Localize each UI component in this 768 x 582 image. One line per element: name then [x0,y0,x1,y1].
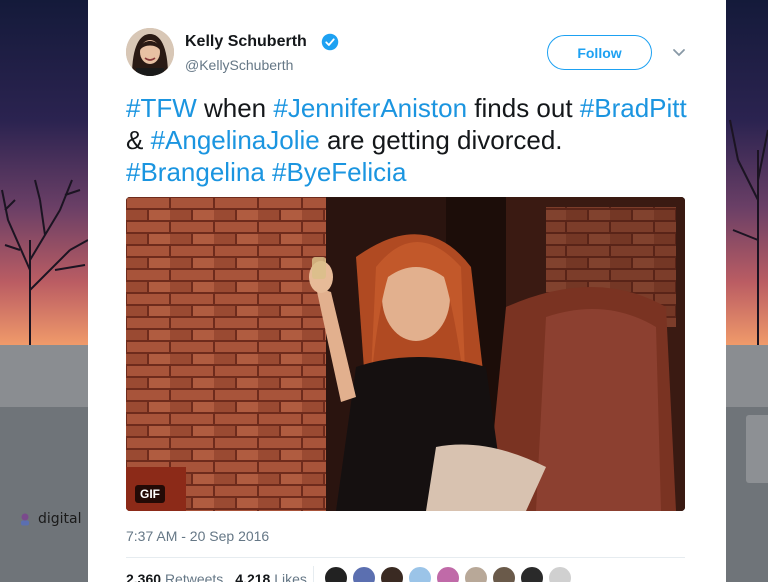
liker-avatar[interactable] [352,566,376,582]
retweets-stat[interactable]: 2,360 Retweets [126,571,223,582]
author-name[interactable]: Kelly Schuberth [185,33,307,51]
liker-avatar[interactable] [520,566,544,582]
tweet-text-segment: & [126,125,151,155]
bio-text: digital [38,511,82,527]
liker-avatar[interactable] [436,566,460,582]
likes-count: 4,218 [235,571,271,582]
liker-avatar[interactable] [324,566,348,582]
tweet-text-segment [265,157,272,187]
liker-avatar[interactable] [548,566,572,582]
retweets-count: 2,360 [126,571,162,582]
follow-button[interactable]: Follow [547,35,652,70]
liker-avatar[interactable] [464,566,488,582]
likes-stat[interactable]: 4,218 Likes [235,571,307,582]
verified-badge-icon [321,33,339,51]
gif-badge: GIF [135,485,165,503]
emoji-icon [21,513,29,526]
liker-avatar[interactable] [408,566,432,582]
stats-separator [313,566,314,582]
tweet-text-segment: are getting divorced. [319,125,563,155]
hashtag-link[interactable]: #ByeFelicia [272,157,406,187]
tree-silhouette-right [729,119,768,345]
tree-silhouette [1,179,89,345]
tweet-card: Kelly Schuberth @KellySchuberth Follow #… [88,0,726,582]
hashtag-link[interactable]: #Brangelina [126,157,265,187]
tweet-text: #TFW when #JenniferAniston finds out #Br… [126,92,706,188]
likers-avatars [324,566,572,582]
bio-snippet: digital [18,511,82,527]
likes-label: Likes [274,571,307,582]
tweet-timestamp[interactable]: 7:37 AM - 20 Sep 2016 [126,528,269,544]
avatar-image [126,28,174,76]
hashtag-link[interactable]: #AngelinaJolie [151,125,320,155]
hashtag-link[interactable]: #BradPitt [580,93,687,123]
gif-frame [126,197,685,511]
hashtag-link[interactable]: #JenniferAniston [273,93,467,123]
liker-avatar[interactable] [492,566,516,582]
chevron-down-icon[interactable] [671,44,687,60]
tweet-text-segment: finds out [467,93,580,123]
liker-avatar[interactable] [380,566,404,582]
tweet-stats: 2,360 Retweets 4,218 Likes [126,571,307,582]
side-card [746,415,768,483]
tweet-media-gif[interactable] [126,197,685,511]
avatar[interactable] [126,28,174,76]
divider [126,557,685,558]
retweets-label: Retweets [164,571,224,582]
author-handle[interactable]: @KellySchuberth [185,57,293,73]
hashtag-link[interactable]: #TFW [126,93,197,123]
tweet-text-segment: when [196,93,274,123]
